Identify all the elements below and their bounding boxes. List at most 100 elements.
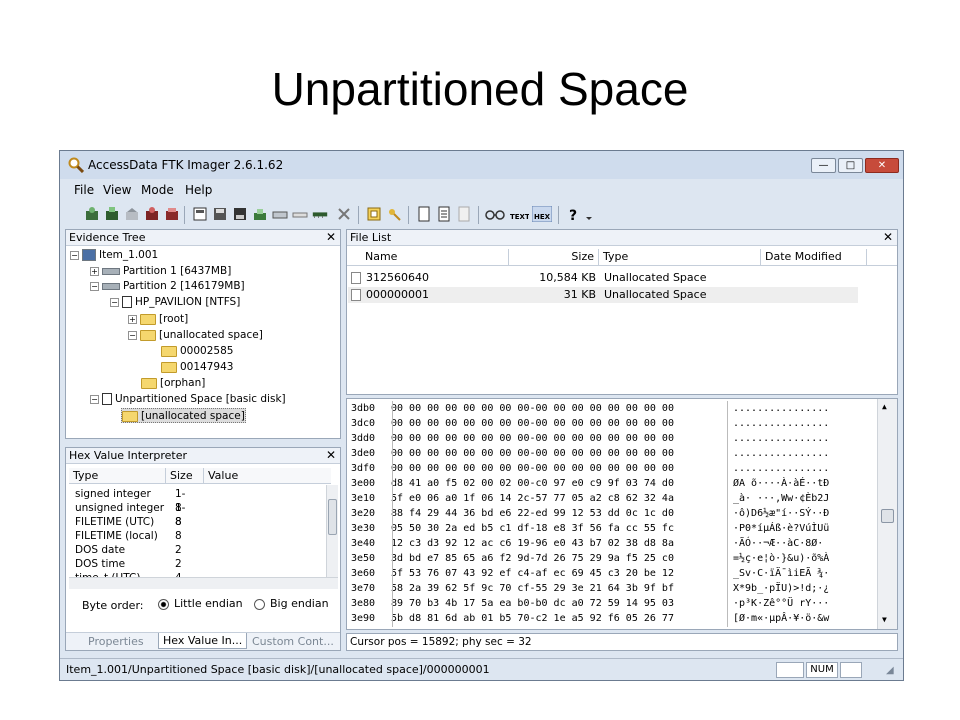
remove-all-icon[interactable] <box>164 206 180 222</box>
export-hash-icon[interactable] <box>252 206 268 222</box>
image-mounting-icon[interactable] <box>124 206 140 222</box>
tab-custom-content[interactable]: Custom Cont... <box>252 635 334 648</box>
hex-ascii[interactable]: ................ <box>733 401 829 416</box>
evidence-tree-close-icon[interactable]: ✕ <box>326 230 336 245</box>
help-icon[interactable]: ? <box>566 206 582 222</box>
radio-unselected-icon[interactable] <box>254 598 265 610</box>
capture-memory-icon[interactable] <box>292 206 308 222</box>
collapse-icon[interactable]: − <box>90 281 99 291</box>
menu-file[interactable]: File <box>74 183 94 197</box>
scroll-up-icon[interactable]: ▲ <box>882 402 887 411</box>
file-list-close-icon[interactable]: ✕ <box>883 230 893 245</box>
column-header-type[interactable]: Type <box>69 468 166 484</box>
hex-bytes[interactable]: 12 c3 d3 92 12 ac c6 19-96 e0 43 b7 02 3… <box>391 536 674 551</box>
hex-interpreter-scrollbar[interactable] <box>326 485 338 577</box>
tree-node-00147943[interactable]: 00147943 <box>161 360 233 375</box>
tree-node-unallocated-space-selected[interactable]: [unallocated space] <box>121 408 246 423</box>
hex-view-scrollbar[interactable]: ▲ ▼ <box>877 399 897 629</box>
collapse-icon[interactable]: − <box>128 330 137 340</box>
hex-ascii[interactable]: ØA õ····À·àÉ··tÐ <box>733 476 829 491</box>
expand-icon[interactable]: + <box>90 266 99 276</box>
hex-ascii[interactable]: [Ø·m«·µpÂ·¥·ö·&w <box>733 611 829 626</box>
menu-view[interactable]: View <box>103 183 131 197</box>
hex-ascii[interactable]: ................ <box>733 416 829 431</box>
hex-view-content[interactable]: 3db0 00 00 00 00 00 00 00 00-00 00 00 00 … <box>347 401 877 629</box>
hex-bytes[interactable]: 00 00 00 00 00 00 00 00-00 00 00 00 00 0… <box>391 446 674 461</box>
drive-icon[interactable] <box>272 206 288 222</box>
tree-node-hp-pavilion[interactable]: − HP_PAVILION [NTFS] <box>110 295 240 310</box>
list-item[interactable]: unsigned integer 1-8 <box>75 501 185 528</box>
column-header-date-modified[interactable]: Date Modified <box>761 249 867 265</box>
hex-bytes[interactable]: 3d bd e7 85 65 a6 f2 9d-7d 26 75 29 9a f… <box>391 551 674 566</box>
export-files-icon[interactable] <box>232 206 248 222</box>
tab-hex-value-interpreter[interactable]: Hex Value In... <box>158 633 248 649</box>
text-view-icon[interactable]: TEXT <box>509 206 529 222</box>
collapse-icon[interactable]: − <box>70 250 79 260</box>
hex-ascii[interactable]: _à· ···,Ww·¢Èb2J <box>733 491 829 506</box>
hex-bytes[interactable]: 58 2a 39 62 5f 9c 70 cf-55 29 3e 21 64 3… <box>391 581 674 596</box>
hex-ascii[interactable]: ................ <box>733 461 829 476</box>
menu-help[interactable]: Help <box>185 183 212 197</box>
add-all-devices-icon[interactable] <box>104 206 120 222</box>
scrollbar-thumb[interactable] <box>328 499 337 535</box>
column-header-name[interactable]: Name <box>347 249 509 265</box>
hex-ascii[interactable]: ·ô)D6½æ"í··SÝ··Ð <box>733 506 829 521</box>
close-button[interactable]: ✕ <box>865 158 899 173</box>
tree-node-partition-2[interactable]: − Partition 2 [146179MB] <box>90 279 245 294</box>
column-header-size[interactable]: Size <box>166 468 204 484</box>
dropdown-arrow-icon[interactable] <box>584 206 594 222</box>
create-image-icon[interactable] <box>192 206 208 222</box>
tree-node-root[interactable]: + [root] <box>128 312 188 327</box>
hex-bytes[interactable]: 00 00 00 00 00 00 00 00-00 00 00 00 00 0… <box>391 416 674 431</box>
hex-view-icon[interactable]: HEX <box>532 206 552 222</box>
list-item[interactable]: signed integer 1-8 <box>75 487 185 514</box>
hex-bytes[interactable]: 5b d8 81 6d ab 01 b5 70-c2 1e a5 92 f6 0… <box>391 611 674 626</box>
collapse-icon[interactable]: − <box>90 394 99 404</box>
obtain-protected-files-icon[interactable] <box>336 206 352 222</box>
hex-interpreter-horizontal-scrollbar[interactable] <box>69 577 338 589</box>
radio-selected-icon[interactable] <box>158 598 169 610</box>
tree-node-orphan[interactable]: [orphan] <box>141 376 205 391</box>
key-icon[interactable] <box>386 206 402 222</box>
table-row-selected[interactable]: 000000001 31 KB Unallocated Space <box>348 287 858 303</box>
hex-bytes[interactable]: 5f e0 06 a0 1f 06 14 2c-57 77 05 a2 c8 6… <box>391 491 674 506</box>
image-document-icon[interactable] <box>456 206 472 222</box>
menu-mode[interactable]: Mode <box>141 183 174 197</box>
hex-bytes[interactable]: d8 41 a0 f5 02 00 02 00-c0 97 e0 c9 9f 0… <box>391 476 674 491</box>
resize-grip-icon[interactable]: ◢ <box>886 665 894 676</box>
tab-properties[interactable]: Properties <box>88 635 144 648</box>
expand-icon[interactable]: + <box>128 314 137 324</box>
text-document-icon[interactable] <box>436 206 452 222</box>
detect-encryption-icon[interactable] <box>366 206 382 222</box>
tree-node-unallocated-space[interactable]: − [unallocated space] <box>128 328 263 343</box>
hex-ascii[interactable]: =½ç·e¦ò·}&u)·õ%À <box>733 551 829 566</box>
hex-ascii[interactable]: _Sv·C·ïÄ¯ìiEÃ ¾· <box>733 566 829 581</box>
list-item[interactable]: FILETIME (UTC) 8 <box>75 515 182 529</box>
glasses-icon[interactable] <box>484 206 506 222</box>
new-document-icon[interactable] <box>416 206 432 222</box>
add-evidence-icon[interactable] <box>84 206 100 222</box>
hex-bytes[interactable]: 89 70 b3 4b 17 5a ea b0-b0 dc a0 72 59 1… <box>391 596 674 611</box>
column-header-size[interactable]: Size <box>509 249 599 265</box>
memory-chip-icon[interactable] <box>312 206 328 222</box>
minimize-button[interactable]: — <box>811 158 836 173</box>
tree-node-unpartitioned-space[interactable]: − Unpartitioned Space [basic disk] <box>90 392 286 407</box>
collapse-icon[interactable]: − <box>110 297 119 307</box>
hex-bytes[interactable]: 00 00 00 00 00 00 00 00-00 00 00 00 00 0… <box>391 431 674 446</box>
big-endian-radio[interactable]: Big endian <box>254 597 329 610</box>
hex-bytes[interactable]: 05 50 30 2a ed b5 c1 df-18 e8 3f 56 fa c… <box>391 521 674 536</box>
hex-interpreter-close-icon[interactable]: ✕ <box>326 448 336 463</box>
hex-ascii[interactable]: ·p³K·Zê°°Ü rY··· <box>733 596 829 611</box>
tree-node-item[interactable]: − Item_1.001 <box>70 248 158 263</box>
table-row[interactable]: 312560640 10,584 KB Unallocated Space <box>348 270 858 286</box>
hex-bytes[interactable]: 88 f4 29 44 36 bd e6 22-ed 99 12 53 dd 0… <box>391 506 674 521</box>
remove-evidence-icon[interactable] <box>144 206 160 222</box>
tree-node-00002585[interactable]: 00002585 <box>161 344 233 359</box>
list-item[interactable]: DOS date 2 <box>75 543 182 557</box>
column-header-value[interactable]: Value <box>204 468 331 484</box>
save-icon[interactable] <box>212 206 228 222</box>
hex-ascii[interactable]: ·P0*íµÁß·è?VúÌUü <box>733 521 829 536</box>
hex-ascii[interactable]: X*9b_·pÏU)>!d;·¿ <box>733 581 829 596</box>
scroll-down-icon[interactable]: ▼ <box>882 615 887 624</box>
little-endian-radio[interactable]: Little endian <box>158 597 243 610</box>
